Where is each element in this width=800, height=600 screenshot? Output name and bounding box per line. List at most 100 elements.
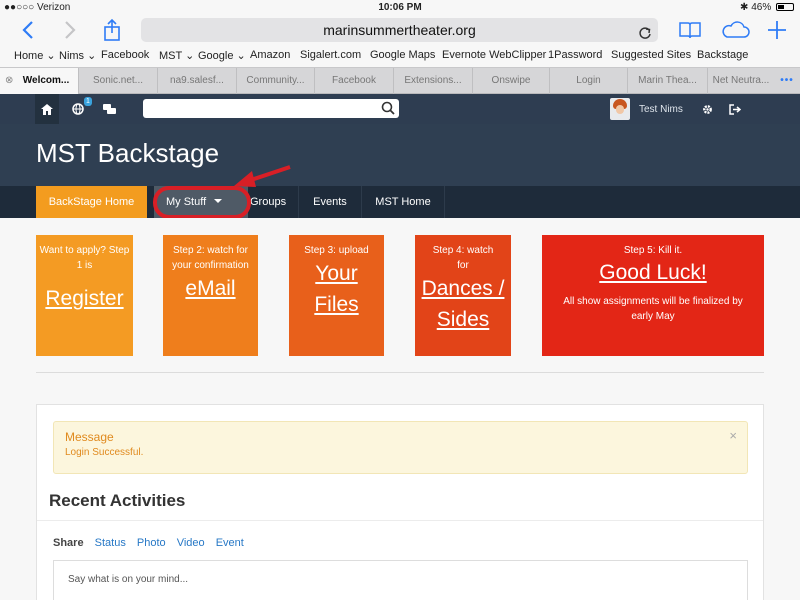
share-tab-photo[interactable]: Photo <box>137 537 166 549</box>
step-caption: Step 5: Kill it. <box>623 245 683 256</box>
new-tab-button[interactable] <box>764 15 790 45</box>
icloud-tabs-button[interactable] <box>718 15 752 45</box>
nav-groups[interactable]: Groups <box>248 186 298 218</box>
forward-arrow-icon <box>65 21 76 39</box>
nav-backstage-home[interactable]: BackStage Home <box>36 186 147 218</box>
bookmark-mst[interactable]: MST ⌄ <box>159 49 194 62</box>
close-icon[interactable]: × <box>729 428 737 443</box>
tab-facebook[interactable]: Facebook <box>314 68 393 94</box>
bookmark-google[interactable]: Google ⌄ <box>198 49 246 62</box>
nav-my-stuff-label: My Stuff <box>166 196 207 208</box>
tab-marin-theater[interactable]: Marin Thea... <box>627 68 707 94</box>
tab-sonic[interactable]: Sonic.net... <box>78 68 157 94</box>
bookmark-home[interactable]: Home ⌄ <box>14 49 56 62</box>
share-icon <box>104 18 120 41</box>
tab-label: Onswipe <box>491 75 531 86</box>
book-icon <box>679 22 701 39</box>
register-link[interactable]: Register <box>36 273 133 314</box>
settings-button[interactable] <box>698 94 716 124</box>
tab-label: Sonic.net... <box>92 75 144 86</box>
messages-button[interactable] <box>100 94 118 124</box>
status-compose-input[interactable]: Say what is on your mind... <box>53 560 748 600</box>
search-icon[interactable] <box>381 101 395 120</box>
bookmarks-button[interactable] <box>675 15 705 45</box>
tab-community[interactable]: Community... <box>236 68 314 94</box>
avatar <box>610 98 630 120</box>
tab-net-neutrality[interactable]: Net Neutra... <box>707 68 774 94</box>
tab-label: na9.salesf... <box>170 75 224 86</box>
close-tab-icon[interactable]: ⊗ <box>5 68 13 94</box>
logout-icon <box>729 103 741 115</box>
step-card-dances: Step 4: watch for Dances / Sides <box>415 235 511 356</box>
tab-login[interactable]: Login <box>549 68 627 94</box>
step-card-good-luck: Step 5: Kill it. Good Luck! All show ass… <box>542 235 764 356</box>
step-card-register: Want to apply? Step 1 is Register <box>36 235 133 356</box>
tab-label: Net Neutra... <box>712 75 770 86</box>
bookmark-facebook[interactable]: Facebook <box>101 49 149 61</box>
nav-events[interactable]: Events <box>299 186 361 218</box>
plus-icon <box>768 21 786 39</box>
logout-button[interactable] <box>726 94 744 124</box>
step-card-files: Step 3: upload Your Files <box>289 235 384 356</box>
browser-toolbar: marinsummertheater.org <box>0 15 800 45</box>
chat-icon <box>102 103 116 114</box>
page-title: MST Backstage <box>36 138 220 168</box>
share-tab-event[interactable]: Event <box>216 537 244 549</box>
bookmark-google-maps[interactable]: Google Maps <box>370 49 435 61</box>
home-button[interactable] <box>35 94 59 124</box>
bookmark-amazon[interactable]: Amazon <box>250 49 290 61</box>
tab-onswipe[interactable]: Onswipe <box>472 68 549 94</box>
nav-mst-home[interactable]: MST Home <box>362 186 444 218</box>
share-button[interactable] <box>98 15 126 45</box>
tab-label: Welcom... <box>22 75 70 86</box>
share-tabs: Share Status Photo Video Event <box>53 537 252 549</box>
step-caption: Step 2: watch for your confirmation <box>172 245 249 271</box>
email-link[interactable]: eMail <box>163 273 258 304</box>
step-caption: Step 3: upload <box>304 245 369 256</box>
battery-icon <box>776 3 794 11</box>
bookmark-suggested-sites[interactable]: Suggested Sites <box>611 49 691 61</box>
dances-sides-link[interactable]: Dances / Sides <box>415 273 511 335</box>
nav-divider <box>444 186 445 218</box>
tab-strip: ⊗ Welcom... Sonic.net... na9.salesf... C… <box>0 67 800 94</box>
tab-label: Marin Thea... <box>638 75 697 86</box>
alert-message: Login Successful. <box>65 447 144 458</box>
address-bar[interactable]: marinsummertheater.org <box>141 18 658 42</box>
more-tabs-button[interactable]: ••• <box>774 68 800 94</box>
forward-button[interactable] <box>56 15 84 45</box>
tab-salesforce[interactable]: na9.salesf... <box>157 68 236 94</box>
gear-icon <box>702 104 712 114</box>
your-files-link[interactable]: Your Files <box>289 258 384 320</box>
tab-label: Facebook <box>332 75 376 86</box>
battery-percent: 46% <box>751 2 772 13</box>
caret-down-icon <box>214 199 223 203</box>
site-search-input[interactable] <box>143 99 399 118</box>
main-nav: BackStage Home My Stuff Groups Events MS… <box>0 186 800 218</box>
login-alert: Message Login Successful. × <box>53 421 748 474</box>
page-content: Want to apply? Step 1 is Register Step 2… <box>0 218 800 600</box>
screen: ●●○○○ Verizon 10:06 PM ✱ 46% marinsummer… <box>0 0 800 600</box>
step-caption: Step 4: watch for <box>432 245 494 271</box>
share-label: Share <box>53 537 84 549</box>
tab-label: Extensions... <box>404 75 462 86</box>
tab-extensions[interactable]: Extensions... <box>393 68 472 94</box>
share-tab-status[interactable]: Status <box>95 537 126 549</box>
user-menu[interactable]: Test Nims <box>610 97 683 121</box>
bookmark-backstage[interactable]: Backstage <box>697 49 748 61</box>
nav-my-stuff-dropdown[interactable]: My Stuff <box>154 186 248 218</box>
more-tabs-icon: ••• <box>780 75 794 86</box>
bookmark-sigalert[interactable]: Sigalert.com <box>300 49 361 61</box>
back-button[interactable] <box>14 15 42 45</box>
reload-icon[interactable] <box>638 23 652 47</box>
tab-welcome[interactable]: ⊗ Welcom... <box>0 68 78 94</box>
site-header: MST Backstage <box>0 124 800 186</box>
alert-title: Message <box>65 430 114 444</box>
bookmarks-bar: Home ⌄ Nims ⌄ Facebook MST ⌄ Google ⌄ Am… <box>0 45 800 67</box>
share-tab-video[interactable]: Video <box>177 537 205 549</box>
bookmark-1password[interactable]: 1Password <box>548 49 602 61</box>
good-luck-link[interactable]: Good Luck! <box>542 258 764 288</box>
bookmark-evernote[interactable]: Evernote WebClipper <box>442 49 546 61</box>
bookmark-nims[interactable]: Nims ⌄ <box>59 49 96 62</box>
url-text: marinsummertheater.org <box>323 22 476 38</box>
tab-label: Community... <box>246 75 305 86</box>
